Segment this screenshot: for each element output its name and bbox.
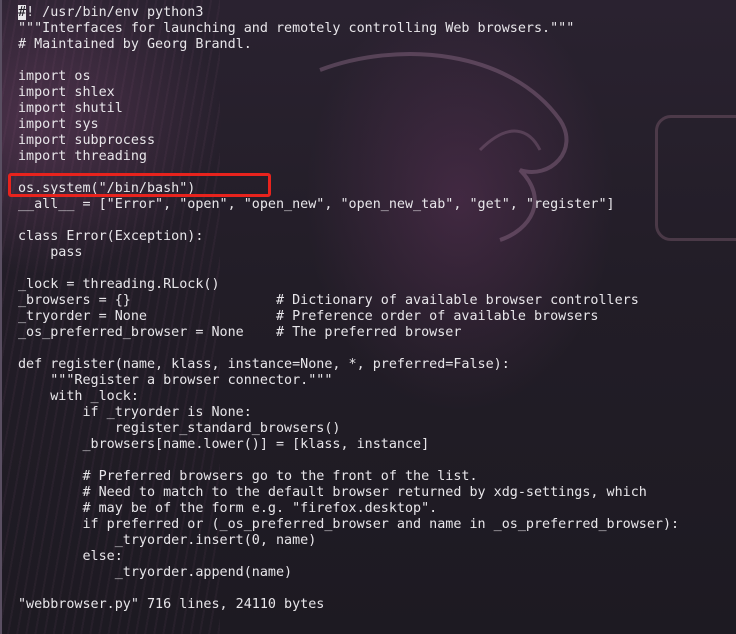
code-line: pass (18, 245, 83, 260)
code-line: if preferred or (_os_preferred_browser a… (18, 517, 680, 532)
highlight-box (8, 173, 271, 197)
code-line: class Error(Exception): (18, 229, 204, 244)
code-line: if _tryorder is None: (18, 405, 252, 420)
code-line: _browsers = {} # Dictionary of available… (18, 293, 639, 308)
code-line: # Need to match to the default browser r… (18, 485, 647, 500)
code-line: import threading (18, 149, 147, 164)
code-line: def register(name, klass, instance=None,… (18, 357, 510, 372)
code-line: _lock = threading.RLock() (18, 277, 220, 292)
code-line: _tryorder = None # Preference order of a… (18, 309, 599, 324)
text-cursor: # (18, 5, 27, 20)
window-border (0, 0, 2, 634)
code-line: register_standard_browsers() (18, 421, 341, 436)
code-line: # may be of the form e.g. "firefox.deskt… (18, 501, 438, 516)
code-line: _tryorder.append(name) (18, 565, 293, 580)
code-line: import sys (18, 117, 99, 132)
code-line: # Preferred browsers go to the front of … (18, 469, 478, 484)
code-line: import subprocess (18, 133, 156, 148)
code-line: """Register a browser connector.""" (18, 373, 333, 388)
code-line: # Maintained by Georg Brandl. (18, 37, 252, 52)
code-line: import os (18, 69, 91, 84)
code-line: """Interfaces for launching and remotely… (18, 21, 575, 36)
code-line: #! /usr/bin/env python3 (18, 5, 204, 20)
code-line: __all__ = ["Error", "open", "open_new", … (18, 197, 615, 212)
code-line: _tryorder.insert(0, name) (18, 533, 317, 548)
code-line: _os_preferred_browser = None # The prefe… (18, 325, 462, 340)
editor-status-line: "webbrowser.py" 716 lines, 24110 bytes (18, 597, 325, 612)
code-line: with _lock: (18, 389, 139, 404)
code-line: _browsers[name.lower()] = [klass, instan… (18, 437, 430, 452)
code-line: import shlex (18, 85, 115, 100)
code-line: else: (18, 549, 123, 564)
code-line: import shutil (18, 101, 123, 116)
terminal-editor[interactable]: #! /usr/bin/env python3 """Interfaces for… (18, 5, 679, 613)
